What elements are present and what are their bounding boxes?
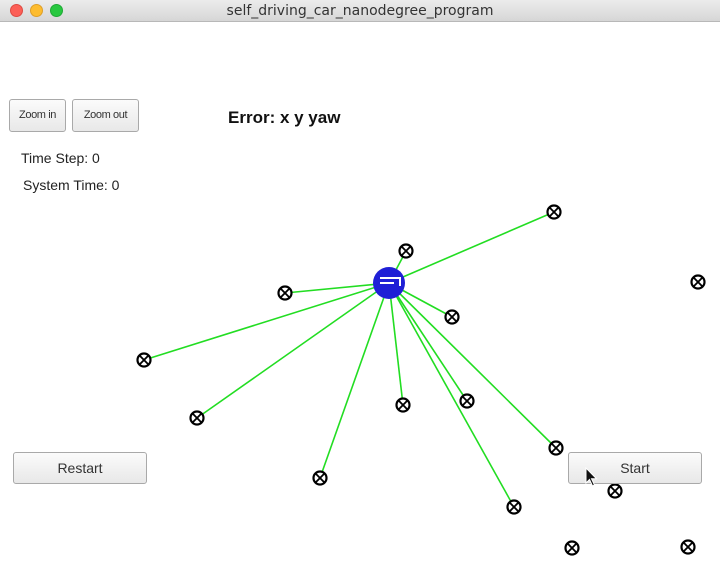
landmark-marker — [680, 539, 696, 555]
mouse-cursor-icon — [585, 467, 598, 487]
observation-line — [196, 282, 390, 419]
landmark-marker — [444, 309, 460, 325]
landmark-marker — [506, 499, 522, 515]
landmark-marker — [189, 410, 205, 426]
window-title: self_driving_car_nanodegree_program — [226, 3, 494, 19]
landmark-marker — [607, 483, 623, 499]
zoom-out-button[interactable]: Zoom out — [72, 99, 139, 132]
landmark-marker — [564, 540, 580, 556]
restart-button[interactable]: Restart — [13, 452, 147, 484]
system-time-label: System Time: 0 — [23, 177, 120, 193]
observation-line — [319, 282, 390, 479]
landmarks — [136, 204, 706, 556]
landmark-marker — [136, 352, 152, 368]
observation-lines — [143, 211, 557, 508]
landmark-marker — [312, 470, 328, 486]
zoom-in-button[interactable]: Zoom in — [9, 99, 66, 132]
landmark-marker — [277, 285, 293, 301]
window-titlebar: self_driving_car_nanodegree_program — [0, 0, 720, 22]
error-label: Error: x y yaw — [228, 108, 341, 127]
landmark-marker — [546, 204, 562, 220]
observation-line — [388, 282, 557, 449]
landmark-marker — [459, 393, 475, 409]
landmark-marker — [690, 274, 706, 290]
landmark-marker — [548, 440, 564, 456]
observation-line — [388, 211, 555, 284]
landmark-marker — [395, 397, 411, 413]
vehicle-marker — [373, 267, 405, 299]
landmark-marker — [398, 243, 414, 259]
observation-line — [143, 282, 390, 361]
time-step-label: Time Step: 0 — [21, 150, 100, 166]
